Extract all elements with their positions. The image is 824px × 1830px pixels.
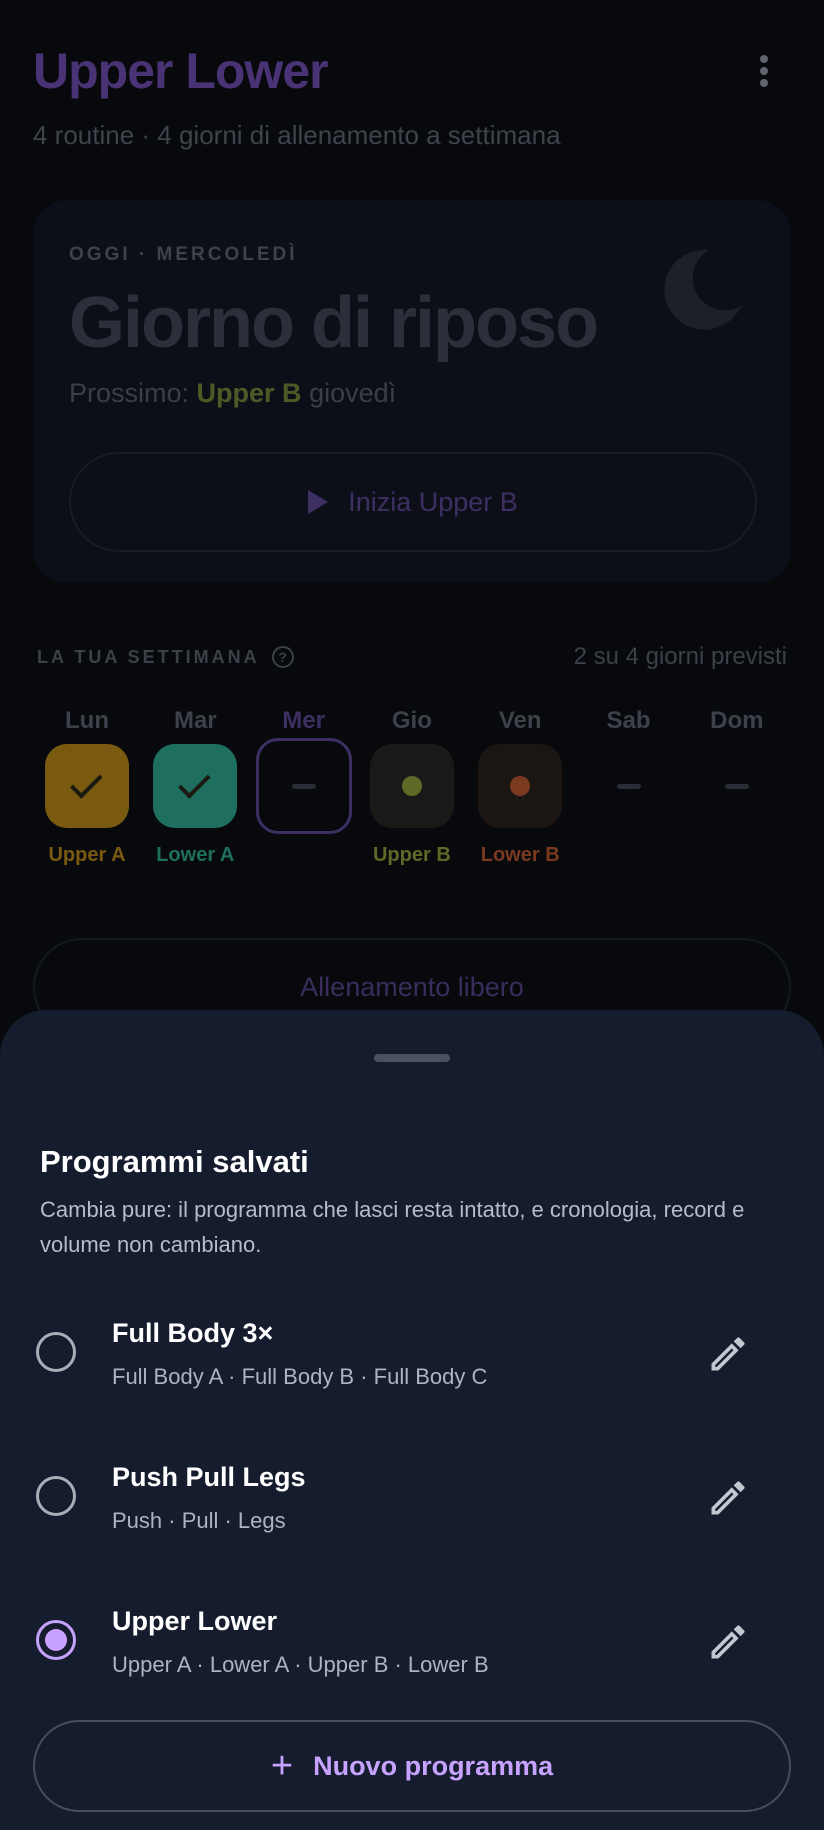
rest-dash-icon <box>724 783 749 789</box>
program-routines: Upper A · Lower A · Upper B · Lower B <box>112 1652 489 1677</box>
day-routine-tag: Upper A <box>48 844 126 866</box>
help-icon[interactable]: ? <box>271 646 294 668</box>
next-prefix: Prossimo: <box>69 378 190 408</box>
day-name: Sab <box>606 707 651 734</box>
program-row[interactable]: Upper Lower Upper A · Lower A · Upper B ·… <box>0 1584 824 1704</box>
day-status-box[interactable] <box>45 744 129 828</box>
next-routine: Upper B <box>196 378 302 408</box>
day-mer[interactable]: Mer <box>250 704 358 868</box>
moon-icon <box>664 249 741 330</box>
planned-dot-icon <box>510 776 531 796</box>
week-count: 2 su 4 giorni previsti <box>573 643 787 670</box>
day-name: Gio <box>391 707 432 734</box>
edit-pencil-icon[interactable] <box>706 1476 750 1520</box>
day-ven[interactable]: Ven Lower B <box>466 704 574 868</box>
saved-programs-sheet: Programmi salvati Cambia pure: il progra… <box>0 1010 824 1830</box>
day-routine-tag: Lower B <box>480 844 560 866</box>
day-status-box[interactable] <box>478 744 563 828</box>
next-workout-line: Prossimo: Upper B giovedì <box>69 378 396 409</box>
day-status-box[interactable] <box>587 744 671 828</box>
edit-pencil-icon[interactable] <box>706 1332 750 1376</box>
program-name: Push Pull Legs <box>112 1462 306 1492</box>
rest-dash-icon <box>291 783 316 789</box>
program-subtitle: 4 routine · 4 giorni di allenamento a se… <box>33 120 561 150</box>
day-status-box[interactable] <box>255 738 352 834</box>
rest-dash-icon <box>616 783 641 789</box>
day-routine-tag <box>683 844 791 868</box>
new-program-button[interactable]: + Nuovo programma <box>33 1720 791 1812</box>
day-name: Mar <box>173 707 217 734</box>
program-name: Upper Lower <box>112 1606 278 1636</box>
radio-unselected-icon[interactable] <box>36 1476 76 1516</box>
check-icon <box>178 766 211 799</box>
program-name: Full Body 3× <box>112 1318 274 1348</box>
sheet-description: Cambia pure: il programma che lasci rest… <box>40 1197 745 1257</box>
day-status-box[interactable] <box>153 744 238 828</box>
day-status-box[interactable] <box>695 744 779 828</box>
week-label-text: LA TUA SETTIMANA <box>37 646 260 667</box>
radio-unselected-icon[interactable] <box>36 1332 76 1372</box>
day-name: Ven <box>498 707 542 734</box>
day-routine-tag <box>575 844 683 868</box>
today-title: Giorno di riposo <box>69 283 599 363</box>
program-title: Upper Lower <box>33 43 329 99</box>
day-dom[interactable]: Dom <box>683 704 791 868</box>
program-row[interactable]: Full Body 3× Full Body A · Full Body B · … <box>0 1296 824 1416</box>
program-routines: Push · Pull · Legs <box>112 1508 286 1533</box>
week-section-label: LA TUA SETTIMANA ? <box>37 646 294 668</box>
program-routines: Full Body A · Full Body B · Full Body C <box>112 1364 488 1389</box>
next-day: giovedì <box>309 378 397 408</box>
week-days: Lun Upper A Mar Lower A Mer Gio Upper B Ven Lowe… <box>33 704 791 904</box>
day-name: Lun <box>65 707 109 734</box>
day-routine-tag: Upper B <box>372 844 451 866</box>
edit-pencil-icon[interactable] <box>706 1620 750 1664</box>
day-lun[interactable]: Lun Upper A <box>33 704 141 868</box>
day-name: Dom <box>710 707 764 734</box>
play-icon <box>308 490 329 514</box>
program-row[interactable]: Push Pull Legs Push · Pull · Legs <box>0 1440 824 1560</box>
day-routine-tag: Lower A <box>156 844 235 866</box>
day-sab[interactable]: Sab <box>575 704 683 868</box>
sheet-title: Programmi salvati <box>40 1144 309 1179</box>
today-label: OGGI · MERCOLEDÌ <box>69 244 298 265</box>
day-gio[interactable]: Gio Upper B <box>358 704 466 868</box>
day-mar[interactable]: Mar Lower A <box>141 704 249 868</box>
radio-selected-icon[interactable] <box>36 1620 76 1660</box>
start-workout-button[interactable]: Inizia Upper B <box>69 452 757 552</box>
planned-dot-icon <box>401 776 422 796</box>
more-vert-icon[interactable] <box>752 52 776 92</box>
day-routine-tag <box>250 844 358 868</box>
drag-handle[interactable] <box>374 1054 450 1062</box>
plus-icon: + <box>270 1745 294 1787</box>
new-program-label: Nuovo programma <box>313 1750 554 1781</box>
check-icon <box>70 766 103 799</box>
start-workout-label: Inizia Upper B <box>348 486 518 517</box>
day-status-box[interactable] <box>369 744 454 828</box>
today-card: OGGI · MERCOLEDÌ Giorno di riposo Prossi… <box>33 200 791 583</box>
